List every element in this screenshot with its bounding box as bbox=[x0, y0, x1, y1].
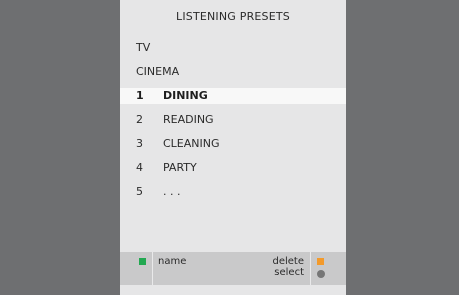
button-hint-bar: name delete select bbox=[120, 252, 346, 285]
preset-number: 3 bbox=[136, 137, 143, 150]
menu-item-cinema[interactable]: CINEMA bbox=[120, 64, 346, 80]
green-square-icon bbox=[139, 258, 146, 265]
menu-title: LISTENING PRESETS bbox=[175, 10, 290, 23]
footer-divider bbox=[310, 252, 311, 285]
preset-label: . . . bbox=[163, 185, 181, 198]
menu-item-label: CINEMA bbox=[136, 65, 180, 78]
preset-label: CLEANING bbox=[163, 137, 220, 150]
footer-divider bbox=[152, 252, 153, 285]
screen-background: LISTENING PRESETS TV CINEMA 1 DINING 2 R… bbox=[0, 0, 459, 295]
preset-label: READING bbox=[163, 113, 214, 126]
preset-item-1[interactable]: 1 DINING bbox=[120, 88, 346, 104]
select-hint-label: select bbox=[274, 267, 304, 278]
preset-number: 5 bbox=[136, 185, 143, 198]
preset-item-3[interactable]: 3 CLEANING bbox=[120, 136, 346, 152]
preset-number: 4 bbox=[136, 161, 143, 174]
preset-number: 2 bbox=[136, 113, 143, 126]
menu-item-label: TV bbox=[136, 41, 151, 54]
preset-label: PARTY bbox=[163, 161, 197, 174]
preset-item-2[interactable]: 2 READING bbox=[120, 112, 346, 128]
name-hint-label: name bbox=[158, 256, 187, 267]
orange-square-icon bbox=[317, 258, 324, 265]
listening-presets-menu: LISTENING PRESETS TV CINEMA 1 DINING 2 R… bbox=[120, 0, 346, 295]
menu-item-tv[interactable]: TV bbox=[120, 40, 346, 56]
preset-item-4[interactable]: 4 PARTY bbox=[120, 160, 346, 176]
preset-item-5[interactable]: 5 . . . bbox=[120, 184, 346, 200]
preset-label: DINING bbox=[163, 89, 208, 102]
grey-dot-icon bbox=[317, 270, 325, 278]
preset-number: 1 bbox=[136, 89, 144, 102]
